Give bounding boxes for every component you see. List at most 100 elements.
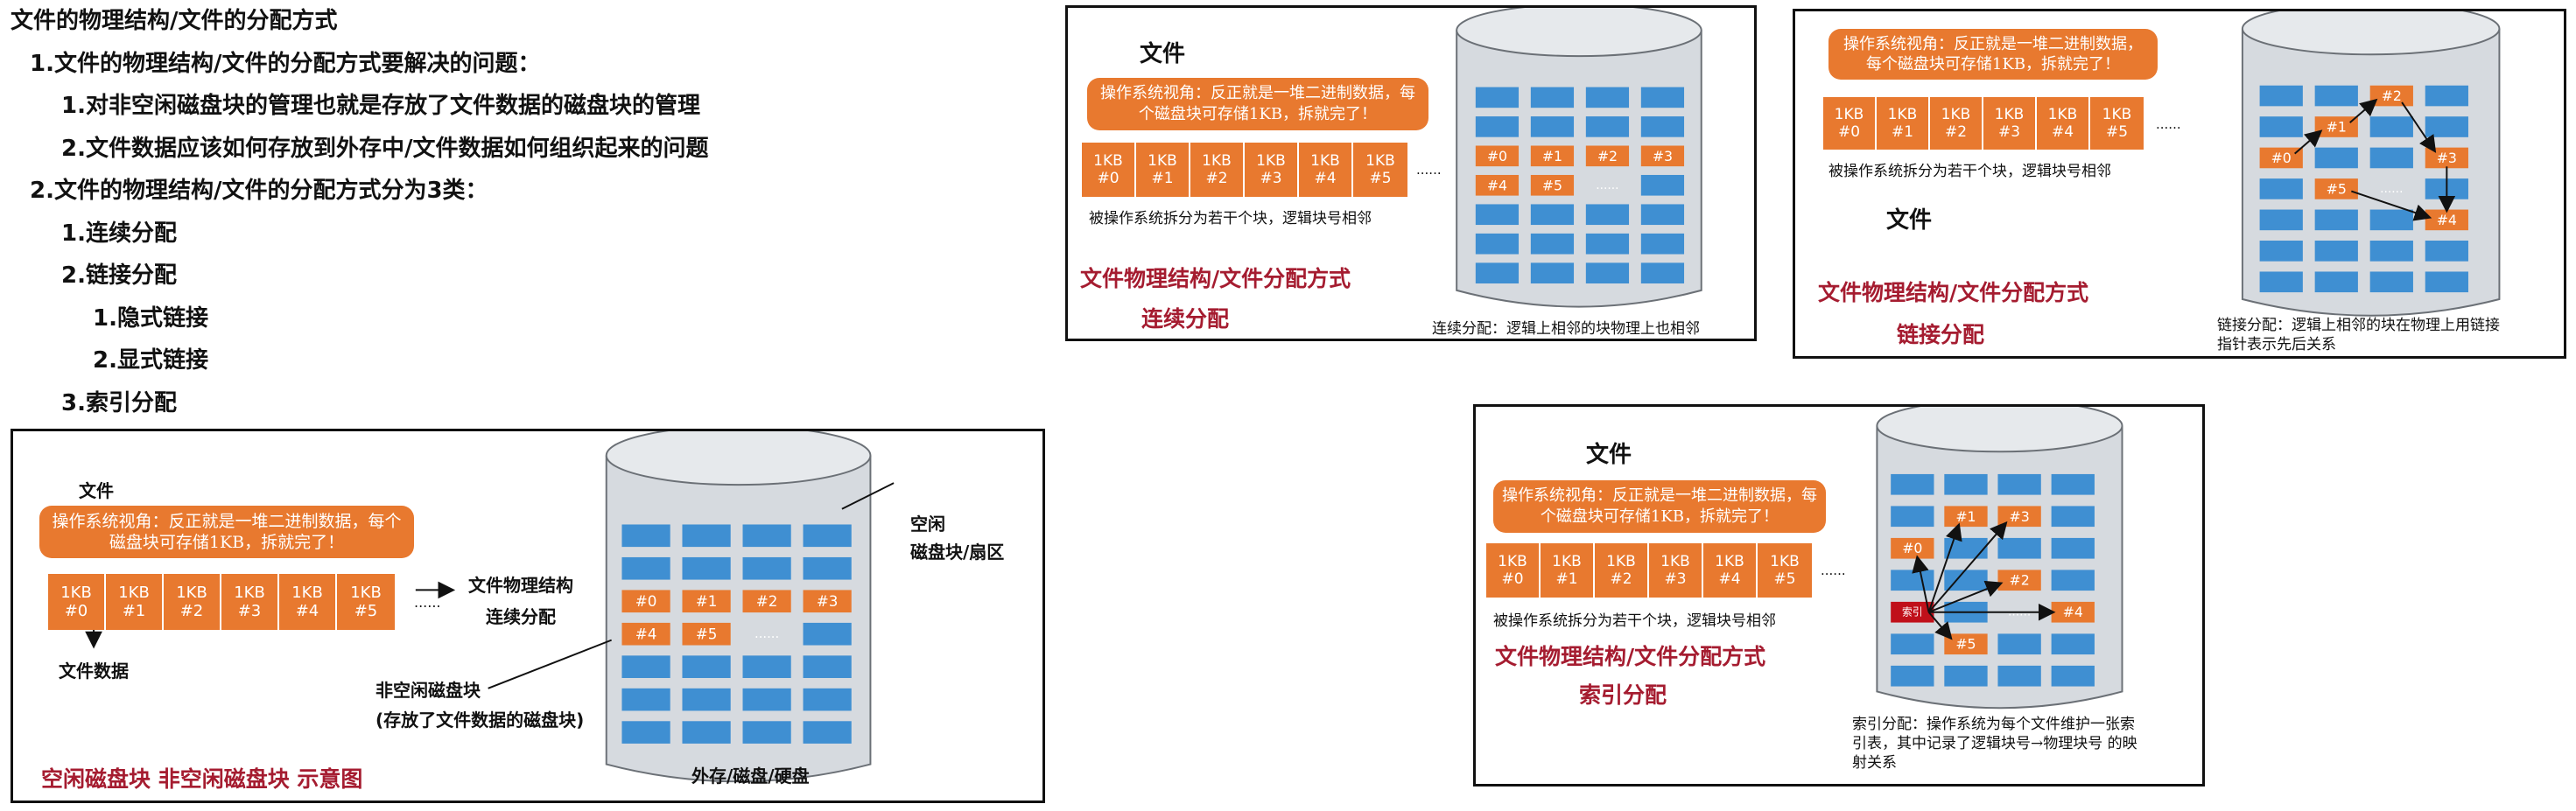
free-disk-block xyxy=(1585,116,1630,137)
outline-item: 1.隐式链接 xyxy=(93,304,208,332)
free-disk-block xyxy=(2259,209,2303,231)
free-disk-block xyxy=(1891,506,1934,528)
logical-block: 1KB #4 xyxy=(2037,97,2090,150)
free-block-label: 磁盘块/扇区 xyxy=(910,542,1005,563)
free-disk-block xyxy=(1640,262,1685,283)
outline-item: 2.文件的物理结构/文件的分配方式分为3类： xyxy=(30,178,488,204)
disk-block-label: #0 xyxy=(2271,150,2292,166)
outline-item: 2.显式链接 xyxy=(93,347,208,374)
nonfree-block-label: (存放了文件数据的磁盘块) xyxy=(376,710,585,731)
free-disk-block xyxy=(1944,473,1988,495)
strip-ellipsis: ...... xyxy=(414,594,441,611)
free-disk-block xyxy=(1530,87,1575,108)
outline-item: 2.文件数据应该如何存放到外存中/文件数据如何组织起来的问题 xyxy=(61,135,709,162)
disk-block-label: #1 xyxy=(1542,148,1562,164)
free-disk-block xyxy=(2369,271,2413,293)
outline: 文件的物理结构/文件的分配方式 1.文件的物理结构/文件的分配方式要解决的问题：… xyxy=(11,0,1043,424)
arrow-label: 连续分配 xyxy=(486,606,556,627)
os-view-bubble: 操作系统视角：反正就是一堆二进制数据，每个磁盘块可存储1KB，拆就完了！ xyxy=(1493,480,1826,533)
free-disk-block xyxy=(2051,633,2095,655)
free-disk-block xyxy=(2425,241,2468,262)
free-disk-block xyxy=(2051,665,2095,687)
free-disk-block xyxy=(682,556,731,580)
split-note: 被操作系统拆分为若干个块，逻辑块号相邻 xyxy=(1089,210,1372,227)
index-block-label: 索引 xyxy=(1902,606,1923,619)
outline-item: 1.文件的物理结构/文件的分配方式要解决的问题： xyxy=(30,50,541,77)
free-disk-block xyxy=(803,556,852,580)
free-disk-block xyxy=(1891,570,1934,591)
free-disk-block xyxy=(2369,147,2413,169)
free-disk-block xyxy=(2314,147,2358,169)
free-disk-block xyxy=(2259,271,2303,293)
free-disk-block xyxy=(2369,241,2413,262)
free-disk-block xyxy=(2051,506,2095,528)
free-disk-block xyxy=(2369,209,2413,231)
logical-block: 1KB #0 xyxy=(1082,143,1136,197)
free-disk-block xyxy=(803,655,852,678)
os-view-bubble: 操作系统视角：反正就是一堆二进制数据，每个磁盘块可存储1KB，拆就完了！ xyxy=(1087,78,1428,130)
free-disk-block xyxy=(803,721,852,744)
free-disk-block xyxy=(2425,116,2468,137)
file-label: 文件 xyxy=(1140,41,1186,67)
free-disk-block xyxy=(1891,633,1934,655)
outline-title: 文件的物理结构/文件的分配方式 xyxy=(11,8,338,34)
logical-block: 1KB #3 xyxy=(1983,97,2037,150)
section-subheading: 链接分配 xyxy=(1897,322,1985,347)
allocation-note: 连续分配：逻辑上相邻的块物理上也相邻 xyxy=(1432,320,1700,338)
free-disk-block xyxy=(2369,116,2413,137)
logical-block: 1KB #4 xyxy=(279,574,337,630)
grid-ellipsis: ...... xyxy=(2380,182,2403,196)
strip-ellipsis: ...... xyxy=(1416,162,1442,178)
free-blocks-diagram: #0 #1 #2 #3 #4 #5...... 文件 操作系统视角：反正就是一堆二进制数据… xyxy=(11,429,1045,803)
logical-block: 1KB #2 xyxy=(1595,543,1649,598)
free-disk-block xyxy=(2051,537,2095,559)
free-disk-block xyxy=(2314,241,2358,262)
contiguous-allocation-panel: #0 #1 #2 #3 #4 #5...... 文件 操作系统视角：反正就是一堆二进制数据… xyxy=(1065,5,1757,341)
logical-block: 1KB #1 xyxy=(1877,97,1930,150)
free-disk-block xyxy=(621,688,670,711)
logical-block: 1KB #0 xyxy=(1823,97,1877,150)
linked-allocation-panel: #2 #1 #0 #3 #5 #4...... 操作系统视角：反正就是一堆二进制数据，每个… xyxy=(1793,9,2566,359)
free-disk-block xyxy=(1891,473,1934,495)
disk-block-label: #5 xyxy=(696,626,718,643)
logical-block: 1KB #5 xyxy=(2090,97,2144,150)
strip-ellipsis: ...... xyxy=(1821,563,1846,578)
disk-block-label: #2 xyxy=(1597,148,1618,164)
indexed-allocation-panel: #1 #3 #0 #2 索引 #4 #5...... 文件 操作系统视角：反正就是一堆二进制… xyxy=(1473,404,2205,787)
file-data-label: 文件数据 xyxy=(59,661,129,682)
logical-block: 1KB #3 xyxy=(221,574,279,630)
strip-ellipsis: ...... xyxy=(2156,116,2181,132)
free-disk-block xyxy=(682,524,731,548)
disk-block-label: #4 xyxy=(2437,212,2457,228)
free-disk-block xyxy=(2259,178,2303,199)
free-disk-block xyxy=(621,721,670,744)
disk-block-label: #1 xyxy=(2327,118,2347,135)
free-disk-block xyxy=(1530,262,1575,283)
free-disk-block xyxy=(2314,271,2358,293)
free-disk-block xyxy=(2425,271,2468,293)
disk-block-label: #0 xyxy=(1902,540,1922,556)
free-disk-block xyxy=(682,721,731,744)
grid-ellipsis: ...... xyxy=(1596,178,1618,192)
section-heading: 文件物理结构/文件分配方式 xyxy=(1080,266,1351,291)
diagram-caption: 空闲磁盘块 非空闲磁盘块 示意图 xyxy=(41,766,363,792)
split-note: 被操作系统拆分为若干个块，逻辑块号相邻 xyxy=(1828,163,2111,180)
logical-block: 1KB #4 xyxy=(1299,143,1353,197)
free-disk-block xyxy=(1530,116,1575,137)
disk-block-label: #3 xyxy=(2010,508,2030,525)
allocation-note: 指针表示先后关系 xyxy=(2217,336,2336,353)
free-disk-block xyxy=(621,524,670,548)
free-disk-block xyxy=(1997,633,2041,655)
free-disk-block xyxy=(1475,204,1520,226)
os-view-bubble: 操作系统视角：反正就是一堆二进制数据，每个磁盘块可存储1KB，拆就完了！ xyxy=(1828,29,2158,80)
os-view-bubble: 操作系统视角：反正就是一堆二进制数据，每个磁盘块可存储1KB，拆就完了！ xyxy=(39,506,414,558)
logical-block: 1KB #0 xyxy=(48,574,106,630)
logical-block-strip: 1KB #0 1KB #1 1KB #2 1KB #3 1KB #4 1KB #5 xyxy=(48,574,395,630)
free-disk-block xyxy=(621,556,670,580)
free-disk-block xyxy=(742,655,791,678)
free-disk-block xyxy=(1475,116,1520,137)
free-disk-block xyxy=(2051,570,2095,591)
free-disk-block xyxy=(1891,665,1934,687)
free-disk-block xyxy=(1640,87,1685,108)
free-disk-block xyxy=(1585,87,1630,108)
